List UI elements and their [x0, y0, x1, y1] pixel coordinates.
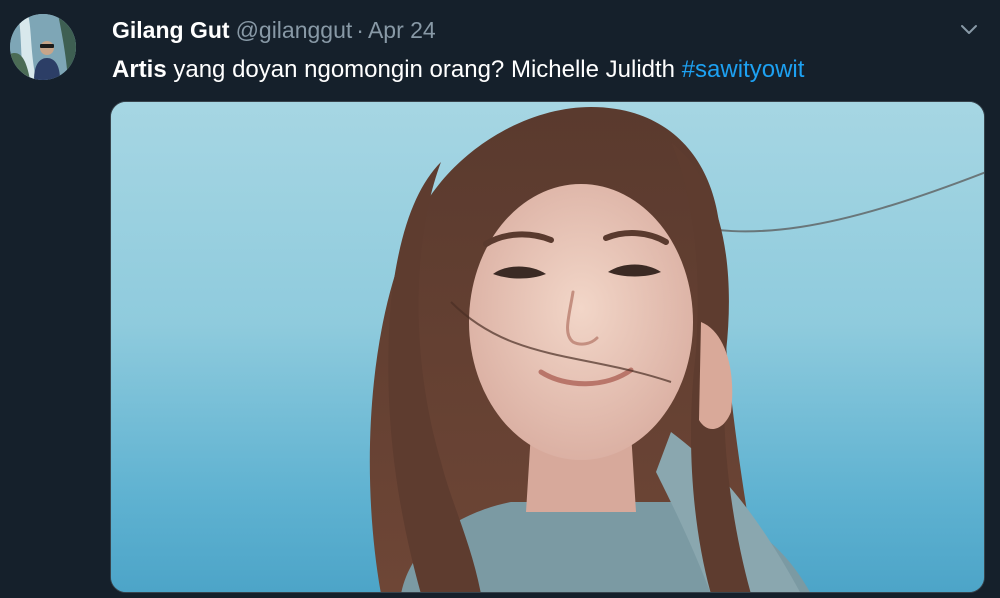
tweet-photo[interactable] — [110, 101, 985, 593]
author-handle[interactable]: @gilanggut — [236, 17, 353, 43]
author-name[interactable]: Gilang Gut — [112, 17, 230, 43]
tweet-text-body: yang doyan ngomongin orang? Michelle Jul… — [166, 56, 682, 83]
avatar[interactable] — [10, 14, 76, 80]
chevron-down-icon[interactable] — [956, 16, 982, 42]
tweet: Gilang Gut @gilanggut · Apr 24 Artis yang d… — [0, 0, 1000, 598]
hashtag-link[interactable]: #sawityowit — [682, 56, 805, 83]
separator-dot: · — [356, 17, 364, 43]
tweet-text-bold: Artis — [112, 56, 167, 83]
tweet-header: Gilang Gut @gilanggut · Apr 24 — [112, 15, 436, 45]
photo-image — [111, 102, 984, 592]
tweet-text: Artis yang doyan ngomongin orang? Michel… — [112, 54, 804, 86]
avatar-image — [10, 14, 76, 80]
tweet-date[interactable]: Apr 24 — [368, 17, 436, 43]
